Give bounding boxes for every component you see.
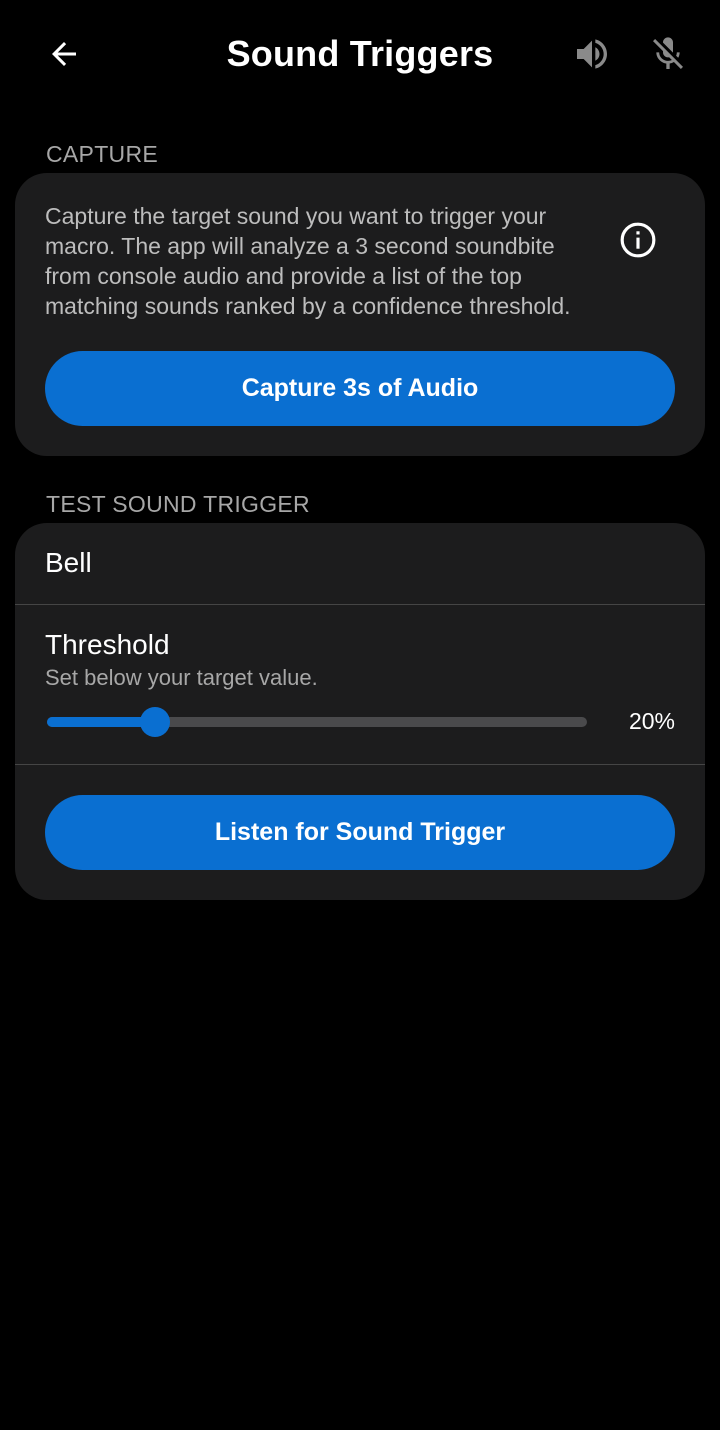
- listen-sound-trigger-button[interactable]: Listen for Sound Trigger: [45, 795, 675, 870]
- slider-fill: [47, 717, 155, 727]
- capture-audio-button[interactable]: Capture 3s of Audio: [45, 351, 675, 426]
- test-sound-trigger-card: Bell Threshold Set below your target val…: [15, 523, 705, 900]
- selected-sound-name: Bell: [45, 547, 92, 578]
- capture-description: Capture the target sound you want to tri…: [45, 203, 571, 319]
- info-icon: [620, 222, 656, 258]
- slider-thumb[interactable]: [140, 707, 170, 737]
- speaker-volume-icon: [577, 39, 607, 69]
- top-app-bar: Sound Triggers: [0, 0, 720, 110]
- test-section-label: TEST SOUND TRIGGER: [46, 491, 310, 517]
- speaker-button[interactable]: [568, 30, 616, 78]
- info-button[interactable]: [619, 221, 657, 259]
- microphone-off-icon: [653, 37, 683, 69]
- threshold-title: Threshold: [45, 629, 170, 660]
- capture-section-label: CAPTURE: [46, 141, 159, 167]
- threshold-row: Threshold Set below your target value. 2…: [15, 605, 705, 765]
- threshold-value: 20%: [628, 708, 675, 734]
- sound-selector-row[interactable]: Bell: [15, 523, 705, 605]
- capture-card: Capture the target sound you want to tri…: [15, 173, 705, 456]
- threshold-slider[interactable]: [47, 705, 587, 739]
- microphone-button[interactable]: [644, 30, 692, 78]
- threshold-subtitle: Set below your target value.: [45, 665, 318, 690]
- sound-triggers-screen: Sound Triggers CAPTURE Capture the targe…: [0, 0, 720, 1430]
